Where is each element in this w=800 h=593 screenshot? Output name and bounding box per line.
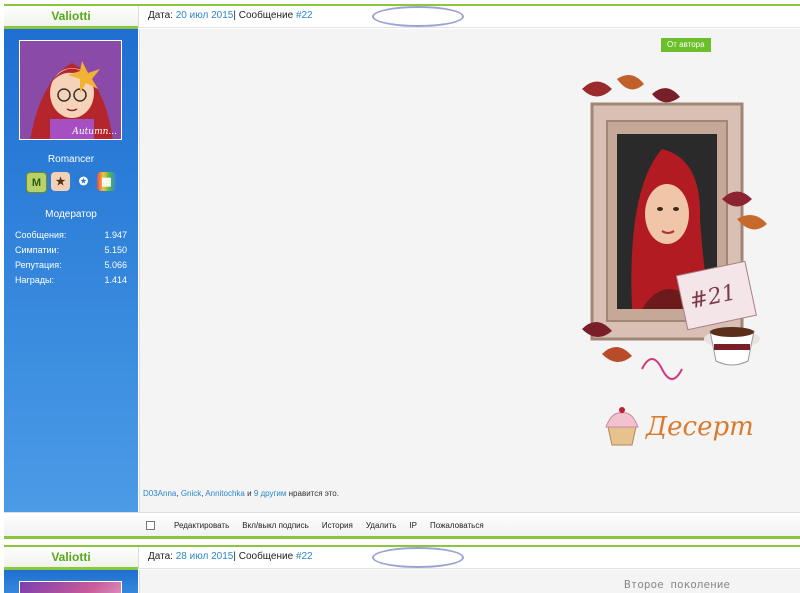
toggle-signature-button[interactable]: Вкл/выкл подпись bbox=[242, 521, 309, 530]
stat-row-likes: Симпатии: 5.150 bbox=[15, 243, 127, 258]
framed-portrait-artwork: #21 bbox=[582, 75, 767, 380]
stat-row-reputation: Репутация: 5.066 bbox=[15, 258, 127, 273]
stat-label: Награды: bbox=[15, 275, 55, 285]
message-number-link[interactable]: #22 bbox=[296, 10, 313, 21]
report-button[interactable]: Пожаловаться bbox=[430, 521, 484, 530]
author-header: Valiotti bbox=[4, 547, 138, 570]
avatar-illustration bbox=[20, 41, 121, 139]
friends-badge-icon[interactable]: ★ bbox=[51, 172, 70, 191]
highlight-oval bbox=[372, 547, 464, 568]
user-stats: Сообщения: 1.947 Симпатии: 5.150 Репутац… bbox=[15, 228, 127, 288]
like-user-link[interactable]: Annitochka bbox=[205, 489, 245, 498]
teacup-icon bbox=[704, 327, 760, 366]
highlight-oval bbox=[372, 6, 464, 27]
globe-badge-icon[interactable]: ✪ bbox=[74, 172, 93, 191]
post-controls-bar: Редактировать Вкл/выкл подпись История У… bbox=[4, 512, 800, 537]
date-link[interactable]: 28 июл 2015 bbox=[176, 551, 234, 562]
avatar[interactable] bbox=[19, 581, 122, 593]
stat-label: Репутация: bbox=[15, 260, 62, 270]
likes-line: D03Anna, Gnick, Annitochka и 9 другим нр… bbox=[143, 489, 339, 498]
post-content: Второе поколение bbox=[139, 570, 800, 593]
author-sidebar bbox=[4, 570, 138, 593]
message-number-link[interactable]: #22 bbox=[296, 551, 313, 562]
avatar-caption: Autumn... bbox=[72, 127, 117, 137]
forum-post: Valiotti Дата: 20 июл 2015| Сообщение #2… bbox=[0, 4, 800, 539]
user-role: Модератор bbox=[45, 209, 97, 220]
date-label: Дата: bbox=[148, 551, 173, 562]
dessert-signature: Десерт bbox=[605, 407, 754, 446]
message-header: Дата: 20 июл 2015| Сообщение #22 bbox=[138, 6, 800, 28]
author-name-link[interactable]: Valiotti bbox=[51, 9, 90, 23]
date-label: Дата: bbox=[148, 10, 173, 21]
forum-post: Valiotti Дата: 28 июл 2015| Сообщение #2… bbox=[0, 545, 800, 593]
stat-value: 1.414 bbox=[104, 275, 127, 285]
history-button[interactable]: История bbox=[322, 521, 353, 530]
author-name-link[interactable]: Valiotti bbox=[51, 550, 90, 564]
avatar[interactable]: Autumn... bbox=[19, 40, 122, 140]
controls-left-cell bbox=[4, 513, 138, 537]
likes-suffix: нравится это. bbox=[288, 489, 339, 498]
likes-and: и bbox=[247, 489, 252, 498]
from-author-badge: От автора bbox=[661, 38, 711, 52]
stat-value: 1.947 bbox=[104, 230, 127, 240]
user-title: Romancer bbox=[47, 154, 95, 165]
dessert-label: Десерт bbox=[645, 412, 754, 442]
delete-button[interactable]: Удалить bbox=[366, 521, 397, 530]
date-link[interactable]: 20 июл 2015 bbox=[176, 10, 234, 21]
header-separator: | bbox=[233, 10, 236, 21]
message-label: Сообщение bbox=[238, 10, 294, 21]
stat-row-messages: Сообщения: 1.947 bbox=[15, 228, 127, 243]
cupcake-icon bbox=[605, 407, 639, 446]
content-preview: Второе поколение bbox=[624, 578, 730, 591]
header-separator: | bbox=[233, 551, 236, 562]
message-label: Сообщение bbox=[238, 551, 294, 562]
checkbox-icon[interactable] bbox=[146, 520, 155, 530]
message-header: Дата: 28 июл 2015| Сообщение #22 bbox=[138, 547, 800, 569]
post-bottom-divider bbox=[4, 536, 800, 539]
like-user-link[interactable]: D03Anna bbox=[143, 489, 176, 498]
ip-button[interactable]: IP bbox=[409, 521, 417, 530]
moderator-badge-icon[interactable]: M bbox=[26, 172, 47, 193]
stat-label: Сообщения: bbox=[15, 230, 67, 240]
author-header: Valiotti bbox=[4, 6, 138, 29]
post-content: От автора #21 Десерт D03Anna, Gnick, Ann… bbox=[139, 29, 800, 512]
stat-label: Симпатии: bbox=[15, 245, 60, 255]
stat-value: 5.150 bbox=[104, 245, 127, 255]
author-sidebar: Autumn... Romancer M ★ ✪ ▦ Модератор Соо… bbox=[4, 29, 138, 512]
stat-value: 5.066 bbox=[104, 260, 127, 270]
chart-badge-icon[interactable]: ▦ bbox=[97, 172, 116, 191]
badge-row: M ★ ✪ ▦ bbox=[26, 172, 116, 193]
stat-row-awards: Награды: 1.414 bbox=[15, 273, 127, 288]
post-controls: Редактировать Вкл/выкл подпись История У… bbox=[146, 513, 484, 537]
likes-others-link[interactable]: 9 другим bbox=[254, 489, 287, 498]
like-user-link[interactable]: Gnick bbox=[181, 489, 201, 498]
edit-button[interactable]: Редактировать bbox=[174, 521, 229, 530]
